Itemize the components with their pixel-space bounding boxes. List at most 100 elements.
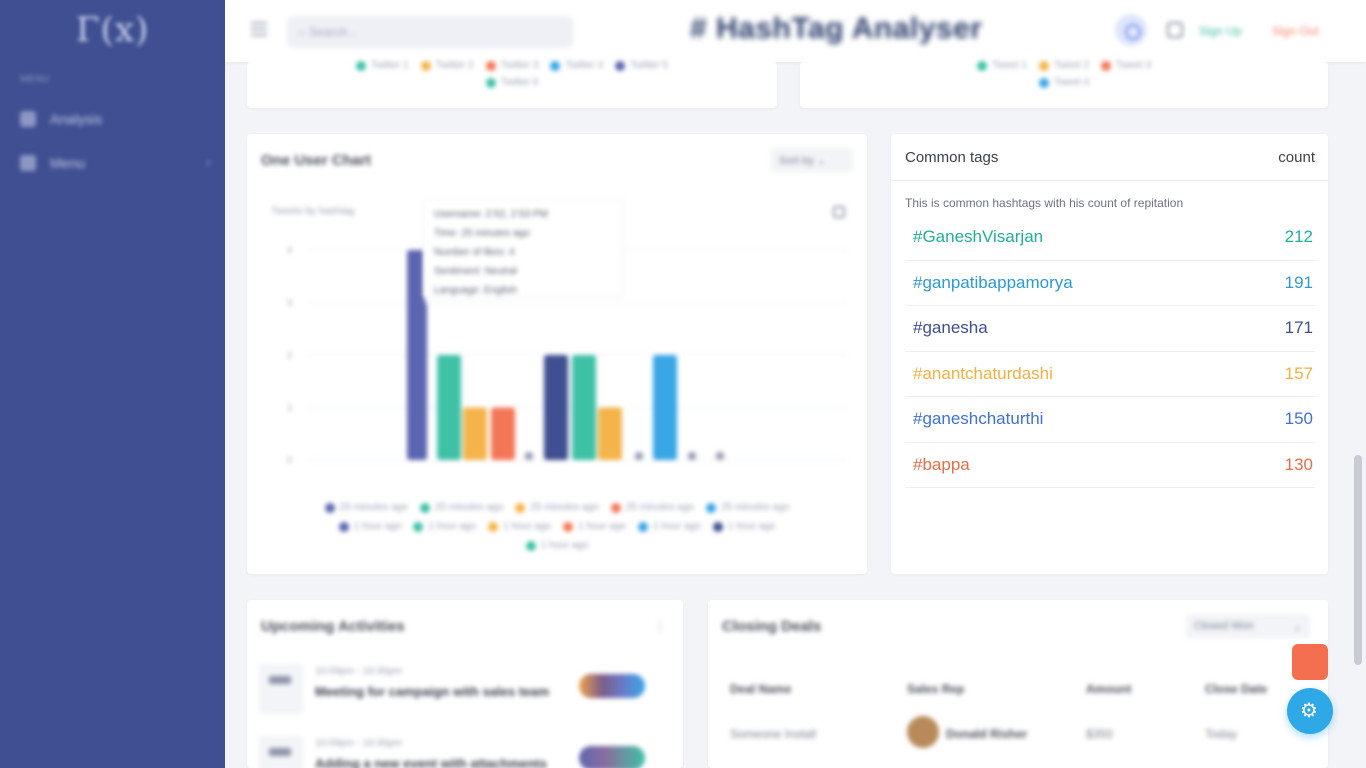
hashtag-count: 130	[1284, 454, 1313, 474]
sidebar-item-label: Analysis	[50, 111, 103, 127]
legend-swatch	[1038, 60, 1049, 71]
hashtag-count: 212	[1284, 227, 1313, 247]
legend-label: 1 hour ago	[540, 540, 589, 551]
legend-item[interactable]: 25 minutes ago	[610, 502, 694, 513]
legend-item[interactable]: 25 minutes ago	[324, 502, 408, 513]
legend-swatch	[525, 540, 536, 551]
legend-item[interactable]: 1 hour ago	[413, 521, 476, 532]
legend-item[interactable]: 1 hour ago	[488, 521, 551, 532]
table-cell: Donald Risher	[946, 727, 1028, 741]
tag-row[interactable]: #ganpatibappamorya 191	[905, 261, 1315, 306]
bar	[716, 452, 724, 460]
legend-label: Twitter 6	[500, 77, 539, 88]
legend-swatch	[563, 521, 573, 532]
legend-item[interactable]: 1 hour ago	[637, 521, 701, 532]
legend-label: Tweet 2	[1053, 60, 1090, 71]
y-tick-label: 3	[287, 298, 292, 308]
bar	[437, 355, 461, 460]
legend-item[interactable]: 1 hour ago	[563, 521, 626, 532]
table-header-amount: Amount	[1086, 682, 1132, 696]
sidebar-item-label: Menu	[50, 155, 86, 171]
bar	[635, 452, 643, 460]
common-tags-card: Common tags count This is common hashtag…	[891, 134, 1328, 574]
tag-row[interactable]: #GaneshVisarjan 212	[905, 215, 1315, 261]
hashtag-label[interactable]: #bappa	[913, 455, 970, 475]
legend-label: 1 hour ago	[578, 521, 626, 532]
bar	[525, 452, 533, 460]
sidebar-item-menu[interactable]: Menu ›	[20, 152, 210, 174]
legend-item[interactable]: Twitter 3	[485, 60, 539, 71]
hashtag-label[interactable]: #ganpatibappamorya	[913, 273, 1073, 293]
hashtag-count: 150	[1284, 409, 1313, 429]
legend-item[interactable]: Twitter 2	[420, 60, 474, 71]
common-tags-header: Common tags count	[891, 134, 1328, 181]
legend-item[interactable]: Tweet 2	[1038, 60, 1090, 71]
search-placeholder: Search...	[309, 25, 358, 39]
signup-link[interactable]: Sign Up	[1199, 24, 1242, 38]
bar	[463, 407, 487, 460]
hashtag-label[interactable]: #ganesha	[913, 318, 988, 338]
search-input[interactable]: ⌕ Search...	[287, 16, 573, 48]
more-options-icon[interactable]: ⋮	[653, 618, 667, 635]
legend-swatch	[1101, 60, 1112, 71]
hashtag-label[interactable]: #anantchaturdashi	[913, 364, 1053, 384]
settings-icon[interactable]	[1115, 14, 1147, 46]
legend-item[interactable]: Tweet 1	[976, 60, 1027, 71]
avatar-group	[579, 674, 645, 698]
deals-filter-dropdown[interactable]: Closed Won ⌄	[1186, 614, 1310, 638]
activity-item[interactable]: 10:00pm - 10:30pm Adding a new event wit…	[259, 736, 659, 768]
y-tick-label: 2	[287, 350, 292, 360]
legend-item[interactable]: Twitter 5	[615, 60, 668, 71]
legend-swatch	[976, 60, 987, 71]
top-left-legend-row2: Twitter 6	[247, 77, 777, 88]
legend-item[interactable]: Twitter 6	[485, 77, 539, 88]
legend-label: Twitter 2	[435, 60, 474, 71]
app-logo[interactable]: Γ(x)	[76, 10, 149, 50]
signout-link[interactable]: Sign Out	[1272, 24, 1319, 38]
notification-icon[interactable]	[1167, 22, 1183, 38]
legend-swatch	[485, 77, 496, 88]
sidebar: Γ(x) MENU Analysis Menu ›	[0, 0, 225, 768]
tooltip-line: Username: 2:52, 2:53 PM	[434, 209, 548, 220]
legend-item[interactable]: Twitter 1	[356, 60, 409, 71]
tag-row[interactable]: #ganesha 171	[905, 306, 1315, 352]
table-cell: Today	[1205, 727, 1238, 741]
top-right-legend-row2: Tweet 4	[800, 77, 1328, 88]
bar	[491, 407, 515, 460]
legend-label: Twitter 3	[500, 60, 539, 71]
legend-swatch	[706, 502, 717, 513]
legend-item[interactable]: 1 hour ago	[712, 521, 776, 532]
legend-swatch	[419, 502, 430, 513]
hashtag-label[interactable]: #GaneshVisarjan	[913, 227, 1043, 247]
bar	[688, 452, 696, 460]
legend-item[interactable]: Twitter 4	[550, 60, 603, 71]
legend-item[interactable]: 25 minutes ago	[706, 502, 789, 513]
hashtag-label[interactable]: #ganeshchaturthi	[913, 409, 1043, 429]
sidebar-item-analysis[interactable]: Analysis	[20, 108, 210, 130]
tag-row[interactable]: #ganeshchaturthi 150	[905, 397, 1315, 443]
chart-tooltip: Username: 2:52, 2:53 PM Time: 25 minutes…	[423, 198, 623, 298]
settings-fab-button[interactable]	[1287, 688, 1333, 734]
legend-swatch	[610, 502, 621, 513]
activity-item[interactable]: 10:00pm - 10:30pm Meeting for campaign w…	[259, 664, 659, 724]
legend-label: 1 hour ago	[652, 521, 701, 532]
feedback-button[interactable]	[1292, 644, 1328, 680]
legend-label: 1 hour ago	[727, 521, 776, 532]
sidebar-section-label: MENU	[20, 74, 50, 85]
tag-row[interactable]: #bappa 130	[905, 443, 1315, 488]
legend-item[interactable]: Tweet 3	[1101, 60, 1151, 71]
legend-item[interactable]: 1 hour ago	[338, 521, 401, 532]
hamburger-menu-icon[interactable]	[251, 22, 267, 36]
scrollbar[interactable]	[1354, 455, 1362, 665]
legend-item[interactable]: Tweet 4	[1038, 77, 1089, 88]
avatar	[907, 716, 939, 748]
legend-item[interactable]: 25 minutes ago	[515, 502, 599, 513]
chart-legend-row2: 1 hour ago 1 hour ago 1 hour ago 1 hour ago…	[247, 521, 867, 532]
legend-item[interactable]: 1 hour ago	[525, 540, 589, 551]
y-tick-label: 4	[287, 245, 292, 255]
tag-row[interactable]: #anantchaturdashi 157	[905, 352, 1315, 397]
legend-swatch	[488, 521, 499, 532]
legend-item[interactable]: 25 minutes ago	[419, 502, 503, 513]
chevron-down-icon: ⌄	[1292, 621, 1302, 633]
y-tick-label: 0	[287, 455, 292, 465]
